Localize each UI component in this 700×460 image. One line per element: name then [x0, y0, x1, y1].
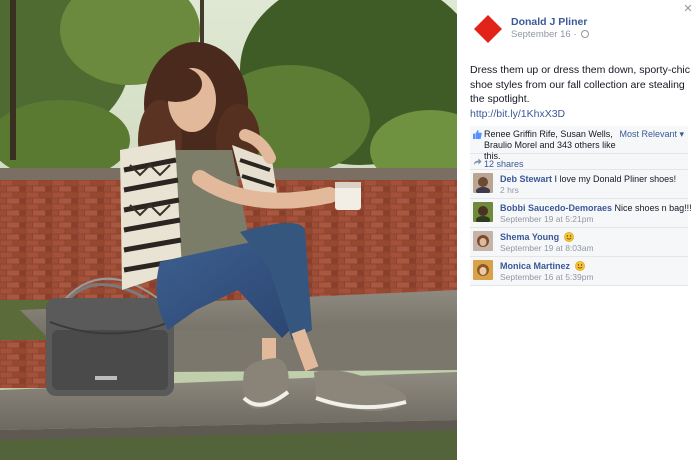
smiley-emoji-icon	[563, 232, 574, 242]
shares-row: 12 shares	[470, 154, 688, 170]
comment-timestamp[interactable]: September 16 at 5:39pm	[500, 272, 685, 283]
share-arrow-icon	[473, 158, 482, 166]
caption-text: Dress them up or dress them down, sporty…	[470, 64, 690, 105]
feedback-section: Renee Griffin Rife, Susan Wells, Braulio…	[470, 126, 692, 286]
photo-stage[interactable]	[0, 0, 457, 460]
comment-item: Bobbi Saucedo-Demoraes Nice shoes n bag!…	[470, 199, 692, 228]
comment-item: Deb Stewart I love my Donald Pliner shoe…	[470, 170, 688, 199]
comment-body: Shema Young September 19 at 8:03am	[500, 231, 685, 254]
commenter-avatar[interactable]	[473, 231, 493, 251]
comment-body: Bobbi Saucedo-Demoraes Nice shoes n bag!…	[500, 202, 692, 225]
commenter-avatar[interactable]	[473, 173, 493, 193]
comment-item: Shema Young September 19 at 8:03am	[470, 228, 688, 257]
like-thumb-icon	[473, 130, 482, 139]
post-meta: September 16 ·	[511, 29, 590, 40]
commenter-avatar[interactable]	[473, 260, 493, 280]
comment-body: Deb Stewart I love my Donald Pliner shoe…	[500, 173, 685, 196]
comment-text: Nice shoes n bag!!!	[614, 203, 692, 213]
comment-timestamp[interactable]: 2 hrs	[500, 185, 685, 196]
commenter-name[interactable]: Shema Young	[500, 232, 559, 242]
commenter-name[interactable]: Deb Stewart	[500, 174, 552, 184]
smiley-emoji-icon	[574, 261, 585, 271]
post-caption: Dress them up or dress them down, sporty…	[470, 63, 692, 121]
likes-row: Renee Griffin Rife, Susan Wells, Braulio…	[470, 126, 688, 161]
post-header: Donald J Pliner September 16 ·	[471, 12, 691, 52]
comment-timestamp[interactable]: September 19 at 8:03am	[500, 243, 685, 254]
shares-count[interactable]: 12 shares	[484, 159, 524, 169]
post-photo	[0, 0, 457, 460]
comment-text: I love my Donald Pliner shoes!	[554, 174, 677, 184]
commenter-avatar[interactable]	[473, 202, 493, 222]
caption-link[interactable]: http://bit.ly/1KhxX3D	[470, 107, 692, 122]
page-avatar[interactable]	[471, 12, 505, 46]
comment-body: Monica Martinez September 16 at 5:39pm	[500, 260, 685, 283]
post-date[interactable]: September 16	[511, 29, 571, 40]
comment-item: Monica Martinez September 16 at 5:39pm	[470, 257, 688, 286]
meta-separator: ·	[570, 29, 580, 40]
sort-comments-dropdown[interactable]: Most Relevant ▾	[619, 129, 684, 140]
globe-icon	[581, 30, 590, 38]
comment-timestamp[interactable]: September 19 at 5:21pm	[500, 214, 685, 225]
post-side-panel: ✕ Donald J Pliner September 16 · Dress t…	[457, 0, 700, 460]
page-name-link[interactable]: Donald J Pliner	[511, 16, 587, 28]
commenter-name[interactable]: Monica Martinez	[500, 261, 570, 271]
commenter-name[interactable]: Bobbi Saucedo-Demoraes	[500, 203, 612, 213]
